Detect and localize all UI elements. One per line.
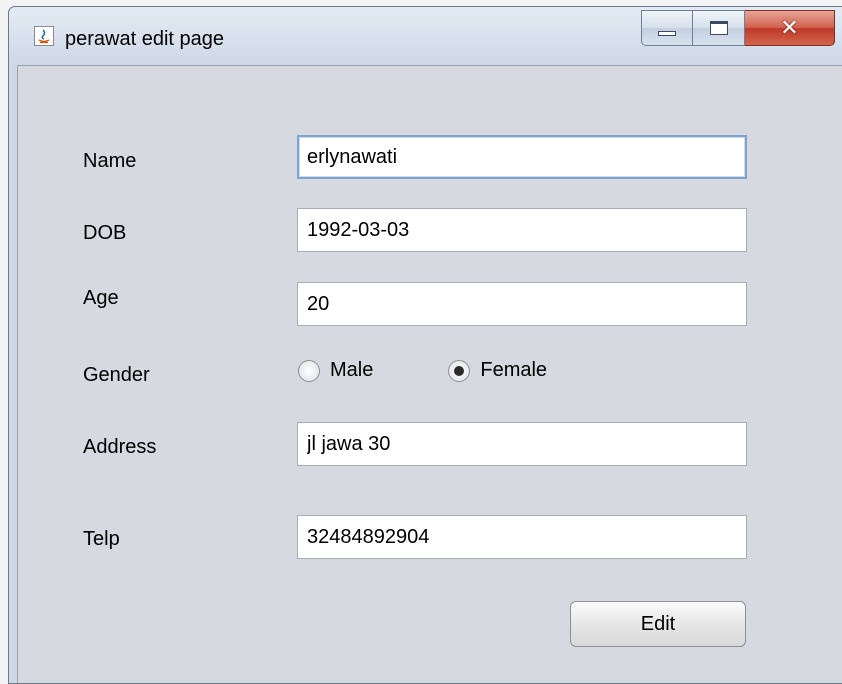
window-title: perawat edit page xyxy=(65,28,225,50)
maximize-button[interactable] xyxy=(693,10,745,46)
close-icon: ✕ xyxy=(780,15,799,41)
close-button[interactable]: ✕ xyxy=(745,10,835,46)
name-input[interactable] xyxy=(297,135,747,179)
window-controls: ✕ xyxy=(641,10,835,46)
dob-label: DOB xyxy=(83,222,127,244)
minimize-button[interactable] xyxy=(641,10,693,46)
title-bar[interactable]: perawat edit page ✕ xyxy=(9,7,842,65)
gender-label: Gender xyxy=(83,364,150,386)
app-window: perawat edit page ✕ Name DOB Age Gender … xyxy=(8,6,842,684)
java-app-icon[interactable] xyxy=(34,26,54,46)
gender-radio-group: Male Female xyxy=(298,359,547,382)
telp-input[interactable] xyxy=(297,515,747,559)
radio-male[interactable] xyxy=(298,359,320,382)
address-input[interactable] xyxy=(297,422,747,466)
dob-input[interactable] xyxy=(297,208,747,252)
radio-female[interactable] xyxy=(448,359,471,382)
address-label: Address xyxy=(83,436,157,458)
edit-form: Name DOB Age Gender Male Female Address … xyxy=(17,65,842,683)
age-label: Age xyxy=(83,287,119,309)
radio-label-female: Female xyxy=(480,359,548,381)
maximize-icon xyxy=(709,21,728,35)
gender-option-male[interactable]: Male xyxy=(298,359,373,382)
name-label: Name xyxy=(83,150,137,172)
minimize-icon xyxy=(658,30,676,36)
edit-button[interactable]: Edit xyxy=(570,601,746,647)
radio-label-male: Male xyxy=(330,359,374,381)
gender-option-female[interactable]: Female xyxy=(448,359,547,382)
age-input[interactable] xyxy=(297,282,747,326)
radio-selected-dot xyxy=(454,365,465,376)
telp-label: Telp xyxy=(83,528,120,550)
